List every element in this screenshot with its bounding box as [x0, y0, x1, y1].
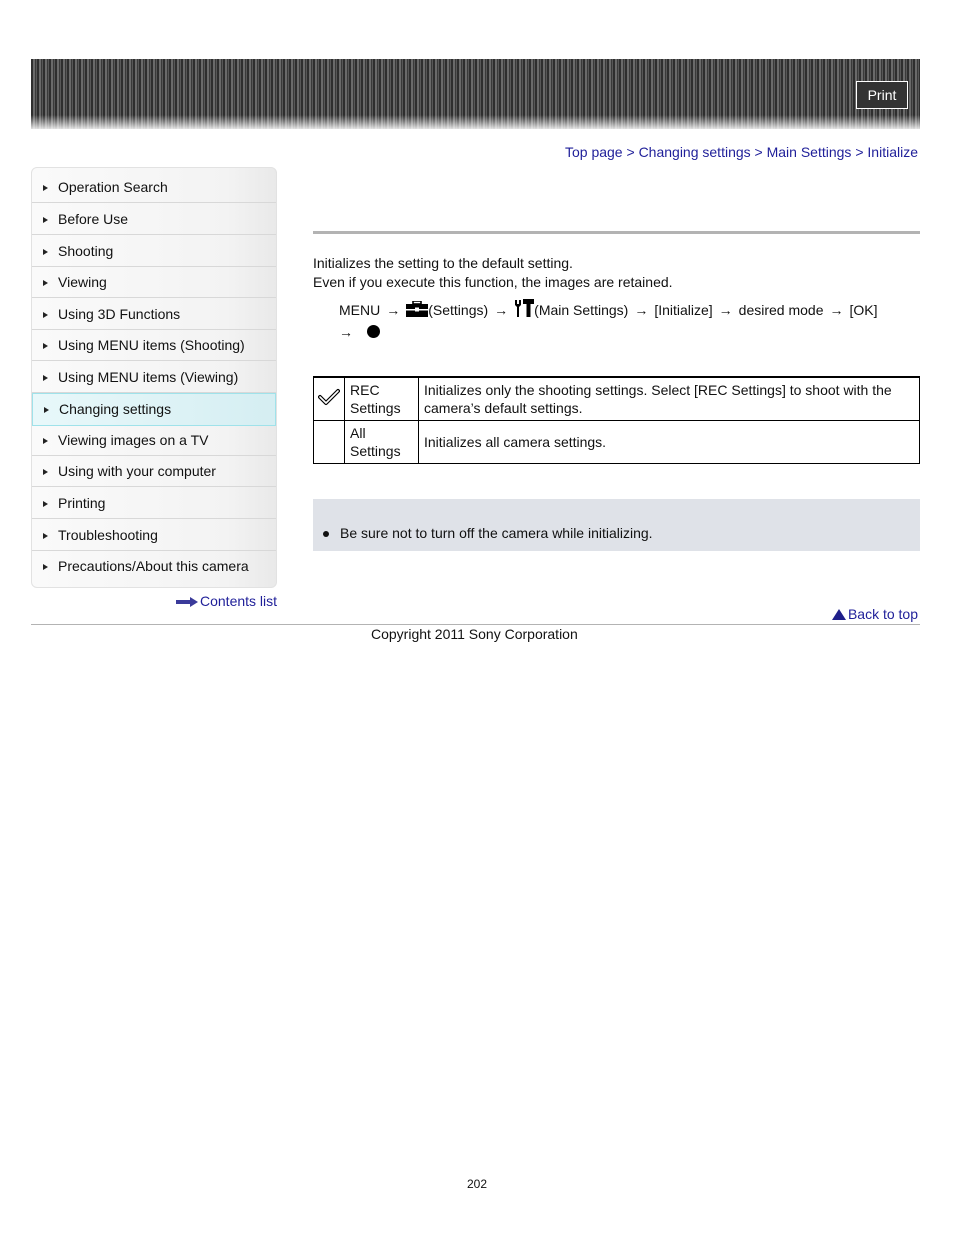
triangle-right-icon — [43, 533, 48, 539]
triangle-right-icon — [43, 312, 48, 318]
sidebar-item-label: Precautions/About this camera — [58, 558, 249, 574]
sidebar-item-label: Shooting — [58, 243, 114, 259]
menu-path: MENU → (Settings) → (Main Settings) → [Initi… — [339, 299, 919, 343]
table-row: All Settings Initializes all camera setti… — [313, 420, 920, 464]
footer-divider — [31, 624, 920, 625]
contents-list-label: Contents list — [200, 593, 278, 609]
sidebar-item-label: Using MENU items (Viewing) — [58, 369, 239, 385]
mode-description: Initializes all camera settings. — [418, 420, 920, 464]
sidebar-item-computer[interactable]: Using with your computer — [32, 456, 276, 487]
sidebar-item-label: Using MENU items (Shooting) — [58, 337, 245, 353]
triangle-right-icon — [43, 469, 48, 475]
sidebar-item-label: Printing — [58, 495, 106, 511]
print-button[interactable]: Print — [856, 81, 908, 109]
sidebar-item-using-3d-functions[interactable]: Using 3D Functions — [32, 299, 276, 330]
intro-line-2: Even if you execute this function, the i… — [313, 274, 673, 290]
tools-icon — [515, 299, 535, 317]
sidebar-item-menu-viewing[interactable]: Using MENU items (Viewing) — [32, 362, 276, 393]
mode-name-line1: REC — [350, 382, 380, 398]
arrow-icon: → — [829, 302, 844, 318]
triangle-right-icon — [44, 407, 49, 413]
menu-label: MENU — [339, 302, 381, 318]
table-row: REC Settings Initializes only the shootin… — [313, 376, 920, 421]
sidebar-item-label: Viewing images on a TV — [58, 432, 209, 448]
breadcrumb-separator: > — [855, 144, 864, 160]
note-item: Be sure not to turn off the camera while… — [340, 525, 653, 541]
default-indicator-cell — [313, 376, 345, 421]
sidebar-item-label: Troubleshooting — [58, 527, 158, 543]
page-number: 202 — [466, 1177, 488, 1191]
triangle-up-icon — [831, 609, 846, 620]
breadcrumb-separator: > — [626, 144, 635, 160]
checkmark-icon — [318, 389, 340, 405]
back-to-top-link[interactable]: Back to top — [831, 606, 918, 622]
sidebar-item-label: Viewing — [58, 274, 107, 290]
sidebar-item-viewing-tv[interactable]: Viewing images on a TV — [32, 425, 276, 456]
breadcrumb: Top page > Changing settings > Main Sett… — [565, 144, 918, 160]
sidebar-item-label: Operation Search — [58, 179, 168, 195]
sidebar-item-label: Before Use — [58, 211, 129, 227]
triangle-right-icon — [43, 375, 48, 381]
initialize-label: [Initialize] — [654, 302, 713, 318]
default-indicator-cell — [313, 420, 345, 464]
sidebar-item-precautions[interactable]: Precautions/About this camera — [32, 551, 276, 582]
triangle-right-icon — [43, 280, 48, 286]
modes-table: REC Settings Initializes only the shootin… — [313, 376, 920, 464]
mode-description: Initializes only the shooting settings. … — [418, 376, 920, 421]
sidebar-item-printing[interactable]: Printing — [32, 488, 276, 519]
arrow-right-icon — [176, 597, 198, 608]
sidebar-item-label: Using 3D Functions — [58, 306, 181, 322]
ok-label: [OK] — [849, 302, 878, 318]
arrow-icon: → — [718, 302, 733, 318]
back-to-top-label: Back to top — [847, 606, 918, 622]
notes-box: Be sure not to turn off the camera while… — [313, 499, 920, 551]
breadcrumb-top-page[interactable]: Top page — [565, 144, 623, 160]
arrow-icon: → — [634, 302, 649, 318]
sidebar-item-changing-settings[interactable]: Changing settings — [32, 393, 276, 426]
intro-line-1: Initializes the setting to the default s… — [313, 255, 573, 271]
mode-name-line1: All — [350, 425, 366, 441]
triangle-right-icon — [43, 217, 48, 223]
sidebar-item-menu-shooting[interactable]: Using MENU items (Shooting) — [32, 330, 276, 361]
breadcrumb-changing-settings[interactable]: Changing settings — [639, 144, 751, 160]
arrow-icon: → — [339, 324, 353, 340]
breadcrumb-main-settings[interactable]: Main Settings — [767, 144, 852, 160]
copyright: Copyright 2011 Sony Corporation — [371, 626, 578, 642]
sidebar-nav: Operation Search Before Use Shooting Vie… — [31, 167, 277, 588]
mode-name-line2: Settings — [350, 400, 401, 416]
triangle-right-icon — [43, 249, 48, 255]
breadcrumb-initialize[interactable]: Initialize — [867, 144, 918, 160]
header-banner — [31, 59, 920, 129]
settings-label: (Settings) — [428, 302, 489, 318]
sidebar-item-troubleshooting[interactable]: Troubleshooting — [32, 520, 276, 551]
sidebar-item-viewing[interactable]: Viewing — [32, 267, 276, 298]
main-settings-label: (Main Settings) — [534, 302, 629, 318]
mode-name-cell: REC Settings — [344, 376, 419, 421]
triangle-right-icon — [43, 501, 48, 507]
mode-name-cell: All Settings — [344, 420, 419, 464]
arrow-icon: → — [494, 302, 509, 318]
triangle-right-icon — [43, 185, 48, 191]
toolbox-icon — [406, 301, 429, 317]
sidebar-item-operation-search[interactable]: Operation Search — [32, 172, 276, 203]
triangle-right-icon — [43, 438, 48, 444]
breadcrumb-separator: > — [754, 144, 763, 160]
desired-mode-label: desired mode — [738, 302, 824, 318]
triangle-right-icon — [43, 564, 48, 570]
contents-list-link[interactable]: Contents list — [176, 593, 277, 609]
arrow-icon: → — [386, 302, 401, 318]
mode-name-line2: Settings — [350, 443, 401, 459]
triangle-right-icon — [43, 343, 48, 349]
sidebar-item-label: Using with your computer — [58, 463, 216, 479]
sidebar-item-label: Changing settings — [59, 401, 172, 417]
sidebar-item-before-use[interactable]: Before Use — [32, 204, 276, 235]
bullet-icon — [323, 531, 329, 537]
sidebar-item-shooting[interactable]: Shooting — [32, 236, 276, 267]
center-button-icon — [367, 325, 380, 338]
title-divider — [313, 231, 920, 234]
